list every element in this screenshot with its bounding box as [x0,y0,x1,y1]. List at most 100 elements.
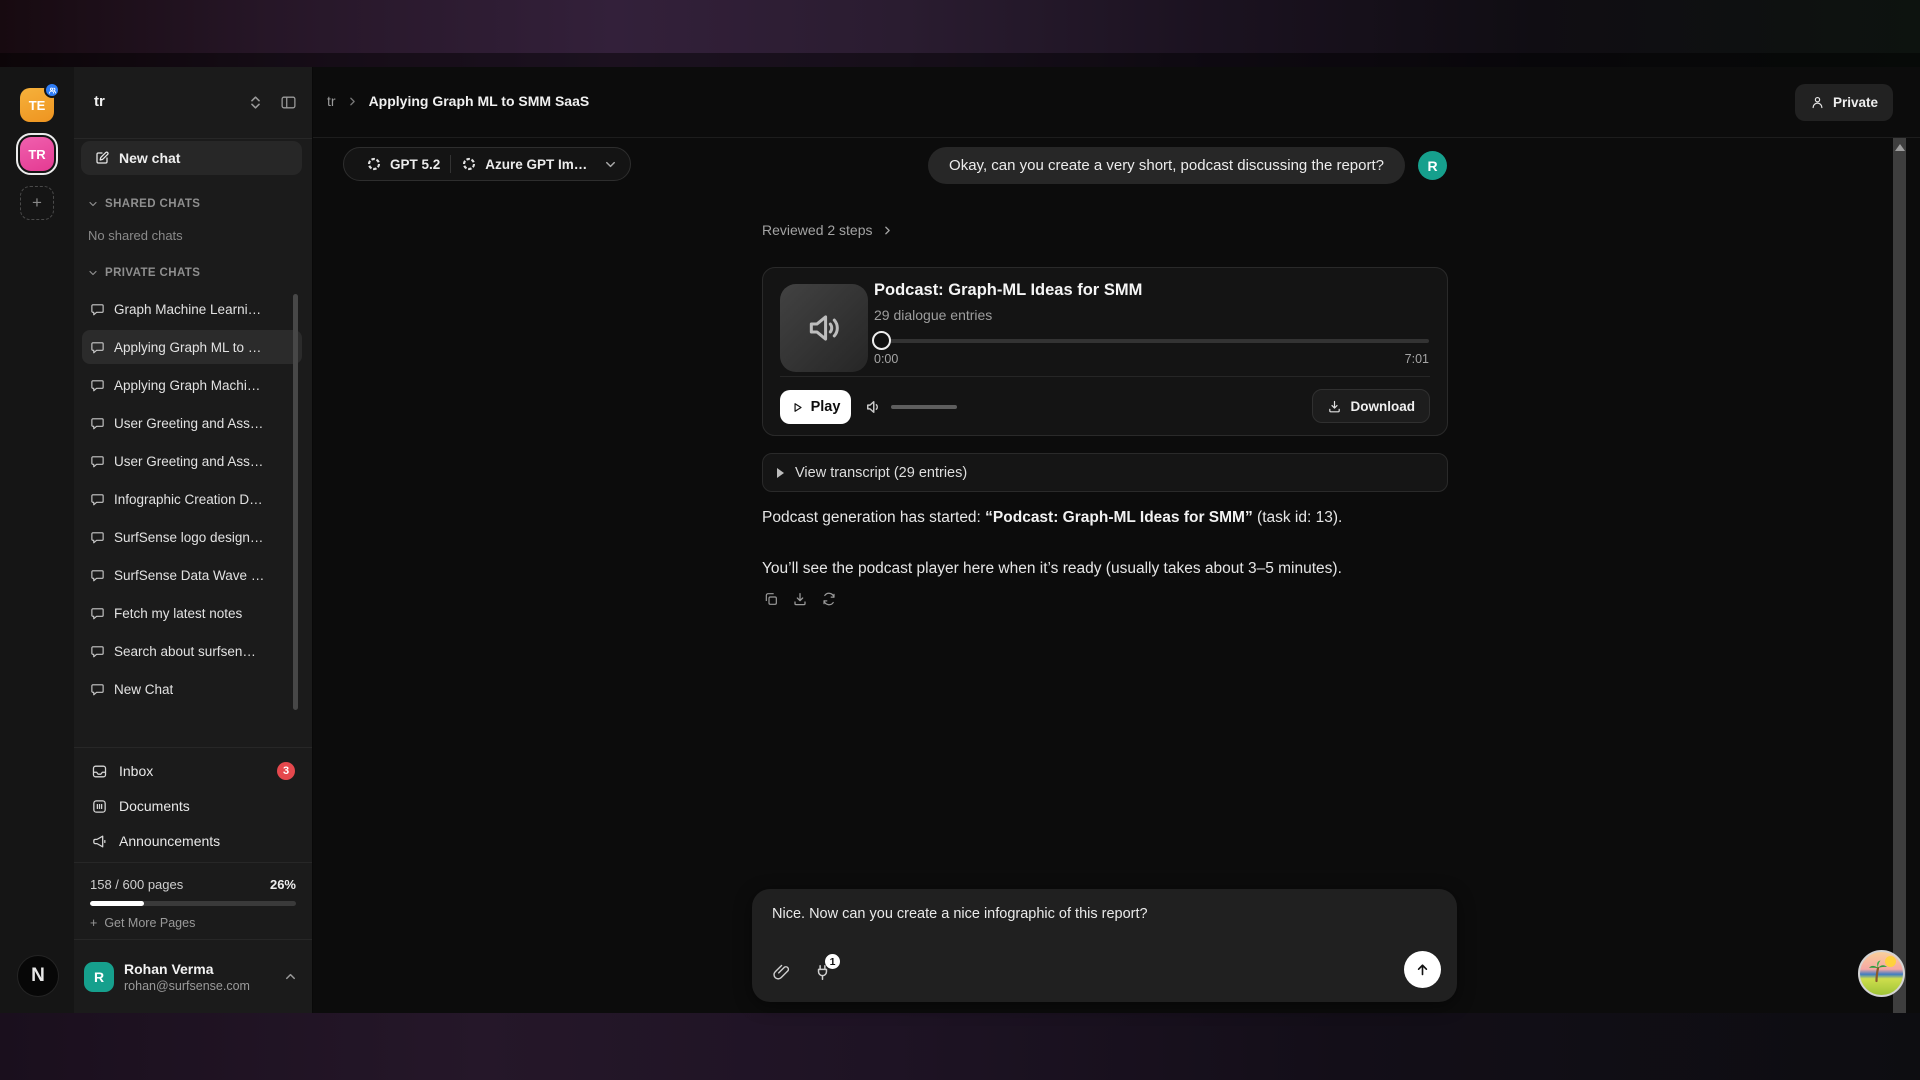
chevron-down-icon [87,198,99,210]
refresh-icon[interactable] [821,591,837,607]
workspace-avatar-te[interactable]: TE [20,88,54,122]
chevron-right-icon [881,224,894,237]
tropical-island-badge-icon[interactable] [1858,950,1905,997]
chat-area: GPT 5.2 Azure GPT Im… Okay, can you crea… [313,138,1920,1013]
chat-list: Graph Machine Learni… Applying Graph ML … [82,292,302,710]
chat-list-item[interactable]: Applying Graph Machi… [82,368,302,402]
inbox-icon [91,763,108,780]
download-icon [1327,399,1342,414]
shared-chats-section-header[interactable]: SHARED CHATS [87,198,200,210]
chevron-down-icon [603,157,618,172]
sidebar-item-announcements[interactable]: Announcements [82,824,304,858]
copy-icon[interactable] [763,591,779,607]
plus-icon: + [32,193,42,213]
divider [74,862,312,863]
seek-slider-knob[interactable] [872,331,891,350]
get-more-pages-button[interactable]: + Get More Pages [90,916,195,930]
workspace-switcher-icon[interactable] [247,94,264,111]
sidebar-item-inbox[interactable]: Inbox 3 [82,754,304,788]
workspace-rail: TE TR + N [0,67,74,1013]
workspace-initials: TR [28,147,45,162]
model-primary[interactable]: GPT 5.2 [356,156,450,172]
chat-list-item[interactable]: Infographic Creation D… [82,482,302,516]
desktop-top-band [0,0,1920,67]
triangle-right-icon [777,468,784,478]
page-usage: 158 / 600 pages 26% [90,877,296,892]
chat-list-item[interactable]: New Chat [82,672,302,706]
workspace-avatar-tr[interactable]: TR [20,137,54,171]
chat-bubble-icon [90,378,105,393]
sidebar-toggle-icon[interactable] [280,94,297,111]
chat-list-item[interactable]: SurfSense logo design… [82,520,302,554]
shared-workspace-badge [44,82,60,98]
avatar: R [84,962,114,992]
status-message-2: You’ll see the podcast player here when … [762,560,1342,578]
pages-count: 158 / 600 pages [90,877,183,892]
attachment-icon[interactable] [772,963,791,982]
model-selector[interactable]: GPT 5.2 Azure GPT Im… [343,147,631,181]
reviewed-steps-toggle[interactable]: Reviewed 2 steps [762,222,894,238]
screen: TE TR + N tr New [0,0,1920,1080]
send-button[interactable] [1404,951,1441,988]
breadcrumb-workspace[interactable]: tr [327,93,336,109]
sidebar-item-documents[interactable]: Documents [82,789,304,823]
scroll-up-arrow-icon[interactable] [1895,144,1905,151]
volume-slider[interactable] [891,405,957,409]
divider [780,376,1430,377]
chat-bubble-icon [90,416,105,431]
documents-icon [91,798,108,815]
chat-list-item[interactable]: Search about surfsen… [82,634,302,668]
chat-bubble-icon [90,530,105,545]
download-icon[interactable] [792,591,808,607]
model-secondary[interactable]: Azure GPT Im… [451,156,597,172]
current-time: 0:00 [874,352,898,366]
workspace-name: tr [94,93,105,110]
profile-name: Rohan Verma [124,961,283,977]
volume-icon[interactable] [864,398,882,416]
pages-progress-bar [90,901,296,906]
chat-list-scrollbar[interactable] [293,294,298,710]
connectors-button[interactable]: 1 [813,963,832,982]
app-logo[interactable]: N [17,955,59,997]
chevron-right-icon [346,95,359,108]
openai-icon [461,156,477,172]
seek-slider[interactable] [874,339,1429,343]
avatar: R [1418,151,1447,180]
pages-progress-fill [90,901,144,906]
chat-bubble-icon [90,606,105,621]
shared-chats-empty-text: No shared chats [88,228,183,243]
message-composer[interactable]: Nice. Now can you create a nice infograp… [752,889,1457,1002]
chat-list-item[interactable]: User Greeting and Ass… [82,406,302,440]
openai-icon [366,156,382,172]
breadcrumb-chat-title: Applying Graph ML to SMM SaaS [369,93,590,109]
download-button[interactable]: Download [1312,389,1431,423]
connectors-count-badge: 1 [825,954,840,969]
arrow-up-icon [1414,961,1431,978]
chat-bubble-icon [90,454,105,469]
chat-list-item[interactable]: SurfSense Data Wave … [82,558,302,592]
private-chats-section-header[interactable]: PRIVATE CHATS [87,267,200,279]
add-workspace-button[interactable]: + [20,186,54,220]
new-chat-button[interactable]: New chat [81,141,302,175]
privacy-toggle-button[interactable]: Private [1795,84,1893,121]
chevron-up-icon [283,969,298,984]
duration: 7:01 [1405,352,1429,366]
chat-list-item[interactable]: Applying Graph ML to … [82,330,302,364]
chat-list-item[interactable]: Graph Machine Learni… [82,292,302,326]
chat-list-item[interactable]: User Greeting and Ass… [82,444,302,478]
composer-input[interactable]: Nice. Now can you create a nice infograp… [772,906,1437,922]
sidebar-nav: Inbox 3 Documents Announcements [82,754,304,859]
podcast-player-card: Podcast: Graph-ML Ideas for SMM 29 dialo… [762,267,1448,436]
status-message-1: Podcast generation has started: “Podcast… [762,509,1342,527]
play-icon [791,401,804,414]
chat-list-item[interactable]: Fetch my latest notes [82,596,302,630]
user-profile-menu[interactable]: R Rohan Verma rohan@surfsense.com [74,940,312,1013]
chat-bubble-icon [90,340,105,355]
main-panel: tr Applying Graph ML to SMM SaaS Private… [313,67,1920,1013]
person-icon [1810,95,1825,110]
play-button[interactable]: Play [780,390,851,424]
view-transcript-toggle[interactable]: View transcript (29 entries) [762,453,1448,492]
main-scrollbar[interactable] [1893,138,1906,1013]
app-window: TE TR + N tr New [0,67,1920,1013]
megaphone-icon [91,833,108,850]
